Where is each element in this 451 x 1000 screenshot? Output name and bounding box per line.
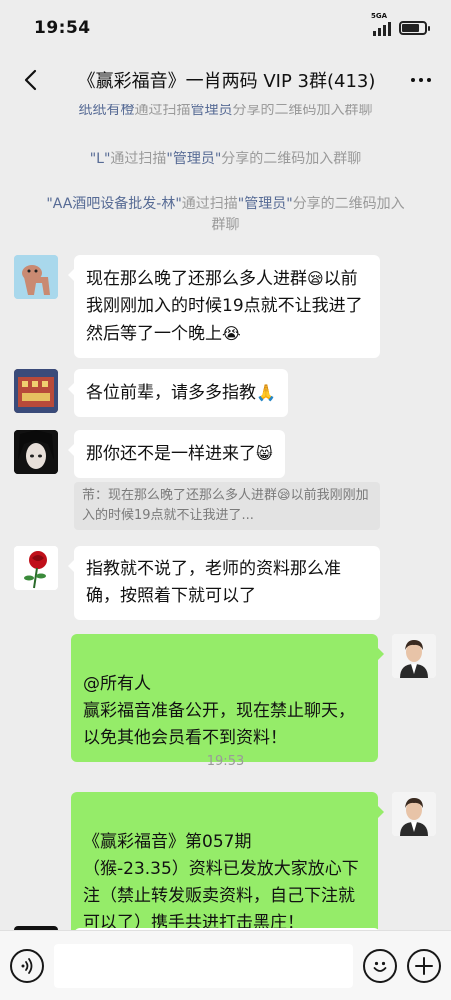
message-bubble[interactable]: 那你还不是一样进来了😸 bbox=[68, 430, 285, 478]
battery-icon bbox=[399, 21, 430, 35]
status-indicators: 5GA bbox=[371, 12, 430, 36]
system-message: 纸纸有橙通过扫描管理员分享的二维码加入群聊 bbox=[78, 104, 373, 118]
more-dot-icon bbox=[411, 78, 415, 82]
emoji-button[interactable] bbox=[363, 948, 397, 983]
avatar[interactable] bbox=[392, 634, 436, 678]
avatar[interactable] bbox=[14, 369, 58, 413]
cat-face-icon: 😸 bbox=[256, 444, 273, 463]
pray-hands-icon: 🙏 bbox=[256, 383, 276, 402]
man-avatar-icon bbox=[392, 792, 436, 836]
avatar[interactable] bbox=[14, 546, 58, 590]
message-bubble[interactable]: @所有人 赢彩福音准备公开，现在禁止聊天，以免其他会员看不到资料！ bbox=[71, 634, 384, 762]
system-message: "AA酒吧设备批发-林"通过扫描"管理员"分享的二维码加入群聊 bbox=[46, 196, 405, 233]
message-text: 各位前辈，请多多指教 bbox=[86, 383, 256, 403]
building-avatar-icon bbox=[14, 369, 58, 413]
sleepy-face-icon: 😪 bbox=[307, 269, 324, 288]
message-bubble[interactable]: 现在那么晚了还那么多人进群😪以前我刚刚加入的时候19点就不让我进了 然后等了一个… bbox=[68, 255, 380, 358]
message-text: @所有人 赢彩福音准备公开，现在禁止聊天，以免其他会员看不到资料！ bbox=[83, 674, 355, 748]
avatar[interactable] bbox=[14, 255, 58, 299]
voice-button[interactable] bbox=[10, 948, 44, 983]
emoji-icon bbox=[373, 961, 387, 972]
nav-bar: 《赢彩福音》一肖两码 VIP 3群(413) bbox=[0, 56, 451, 104]
chat-area[interactable]: 纸纸有橙通过扫描管理员分享的二维码加入群聊 "L"通过扫描"管理员"分享的二维码… bbox=[0, 104, 451, 930]
message-text: 现在那么晚了还那么多人进群 bbox=[86, 269, 307, 289]
status-time: 19:54 bbox=[34, 18, 91, 38]
network-label: 5GA bbox=[371, 12, 388, 20]
admin-link[interactable]: "管理员" bbox=[238, 196, 293, 212]
admin-link[interactable]: "管理员" bbox=[166, 151, 221, 167]
rose-avatar-icon bbox=[14, 546, 58, 590]
more-button[interactable] bbox=[411, 78, 431, 82]
member-link[interactable]: "AA酒吧设备批发-林" bbox=[46, 196, 181, 212]
message-text: 那你还不是一样进来了 bbox=[86, 444, 256, 464]
signal-icon: 5GA bbox=[371, 12, 391, 36]
plus-icon bbox=[415, 956, 433, 975]
anime-avatar-icon bbox=[14, 430, 58, 474]
chat-title: 《赢彩福音》一肖两码 VIP 3群(413) bbox=[77, 71, 376, 92]
message-text: 《赢彩福音》第057期 （猴-23.35）资料已发放大家放心下注（禁止转发贩卖资… bbox=[83, 832, 359, 930]
chevron-left-icon bbox=[24, 69, 37, 91]
avatar[interactable] bbox=[14, 430, 58, 474]
message-bubble[interactable]: 各位前辈，请多多指教🙏 bbox=[68, 369, 288, 417]
message-bubble[interactable]: 《赢彩福音》第057期 （猴-23.35）资料已发放大家放心下注（禁止转发贩卖资… bbox=[71, 792, 384, 930]
sleepy-face-icon: 😪 bbox=[277, 488, 291, 503]
plus-button[interactable] bbox=[407, 948, 441, 983]
camel-avatar-icon bbox=[14, 255, 58, 299]
system-message: "L"通过扫描"管理员"分享的二维码加入群聊 bbox=[89, 151, 362, 167]
message-bubble[interactable]: 指教就不说了，老师的资料那么准确，按照着下就可以了 bbox=[68, 546, 380, 620]
message-text: 指教就不说了，老师的资料那么准确，按照着下就可以了 bbox=[86, 559, 341, 606]
voice-icon bbox=[21, 957, 33, 974]
message-input[interactable] bbox=[54, 943, 353, 988]
back-button[interactable] bbox=[18, 68, 42, 92]
man-avatar-icon bbox=[392, 634, 436, 678]
timestamp: 19:53 bbox=[206, 754, 245, 769]
member-link[interactable]: "L" bbox=[90, 151, 111, 167]
quoted-message[interactable]: 芾：现在那么晚了还那么多人进群😪以前我刚刚加入的时候19点就不让我进了... bbox=[74, 482, 380, 530]
status-bar: 19:54 5GA bbox=[0, 0, 451, 56]
avatar[interactable] bbox=[392, 792, 436, 836]
input-bar bbox=[0, 930, 451, 1000]
crying-face-icon: 😭 bbox=[222, 324, 241, 343]
